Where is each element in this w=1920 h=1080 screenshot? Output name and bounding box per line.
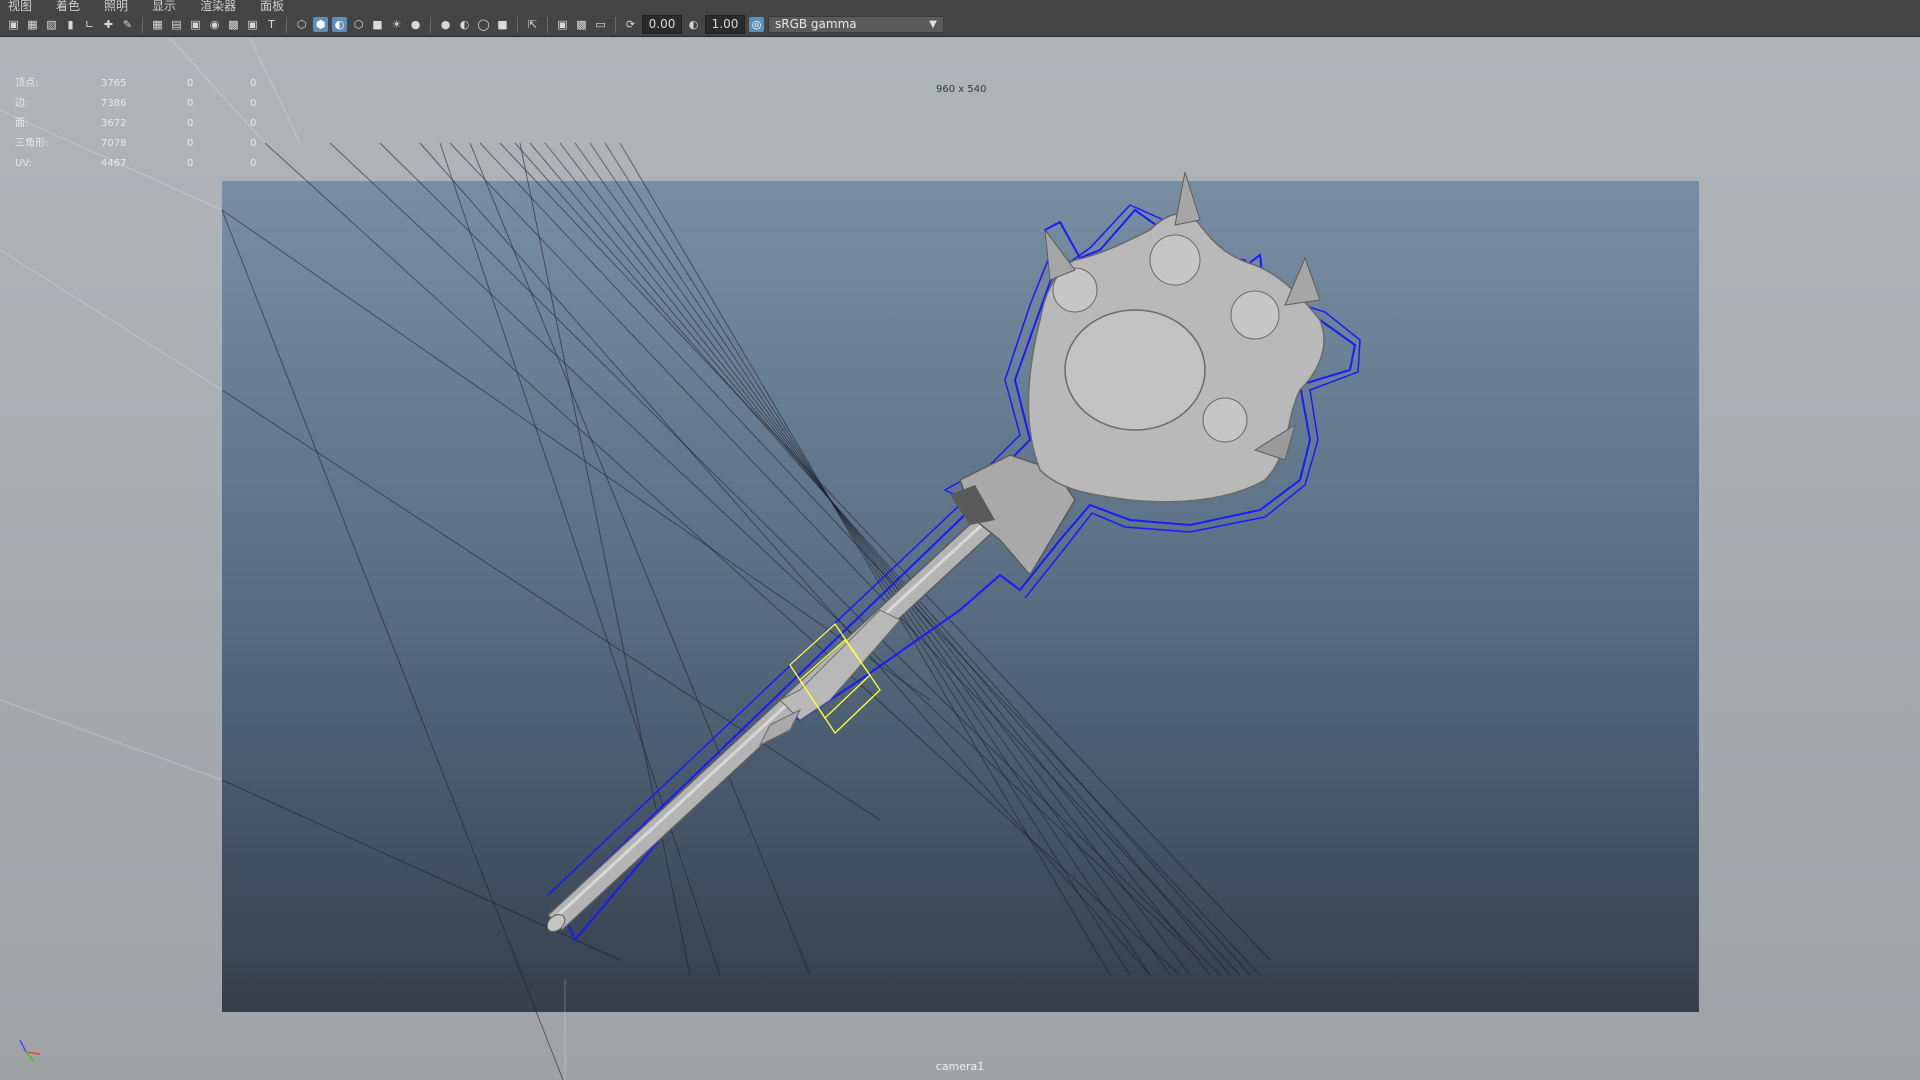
claw-3 bbox=[1284, 256, 1321, 306]
toe-pad-2 bbox=[1149, 234, 1201, 286]
staff-handle-highlight bbox=[551, 520, 987, 922]
toe-pad-3 bbox=[1230, 290, 1280, 340]
toe-pad-4 bbox=[1202, 397, 1248, 443]
paw-pad bbox=[1064, 309, 1206, 431]
staff-model bbox=[546, 171, 1361, 942]
scene-drawing bbox=[0, 37, 1361, 1080]
claw-2 bbox=[1174, 171, 1201, 226]
maya-viewport-app: 视图 着色 照明 显示 渲染器 面板 ▣ ▦ ▧ ▮ ∟ ✚ ✎ ▦ ▤ ▣ ◉… bbox=[0, 0, 1920, 1080]
camera-name-label: camera1 bbox=[935, 1060, 985, 1073]
